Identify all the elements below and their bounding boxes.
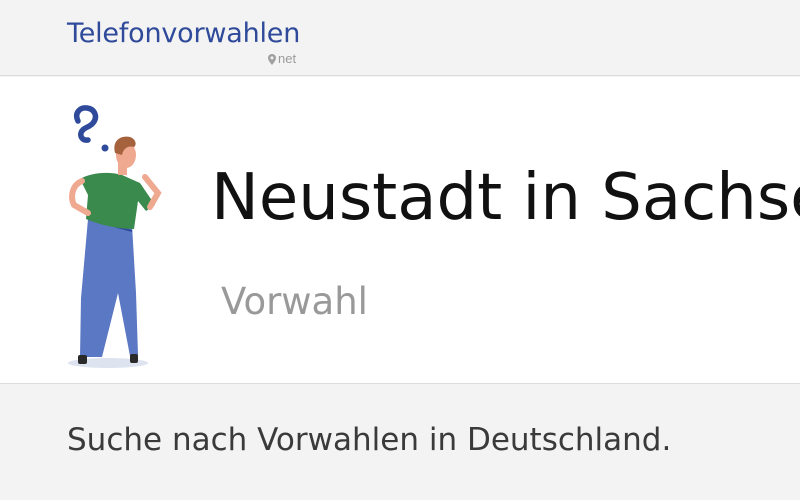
page-subtitle: Vorwahl bbox=[221, 280, 368, 323]
trousers bbox=[80, 219, 138, 357]
site-logo-link[interactable]: Telefonvorwahlen net bbox=[67, 18, 327, 70]
site-header: Telefonvorwahlen net bbox=[0, 0, 800, 76]
page-title: Neustadt in Sachsen bbox=[211, 161, 800, 235]
shirt bbox=[80, 172, 155, 229]
logo-subtext: net bbox=[268, 51, 297, 66]
question-mark-icon bbox=[73, 105, 109, 152]
logo-text: Telefonvorwahlen bbox=[67, 18, 301, 49]
logo-sub-label: net bbox=[278, 51, 297, 66]
search-intro-text: Suche nach Vorwahlen in Deutschland. bbox=[67, 422, 672, 458]
thinking-person-illustration bbox=[68, 105, 162, 368]
location-pin-icon bbox=[268, 54, 276, 65]
hero-section: Neustadt in Sachsen Vorwahl bbox=[0, 77, 800, 384]
